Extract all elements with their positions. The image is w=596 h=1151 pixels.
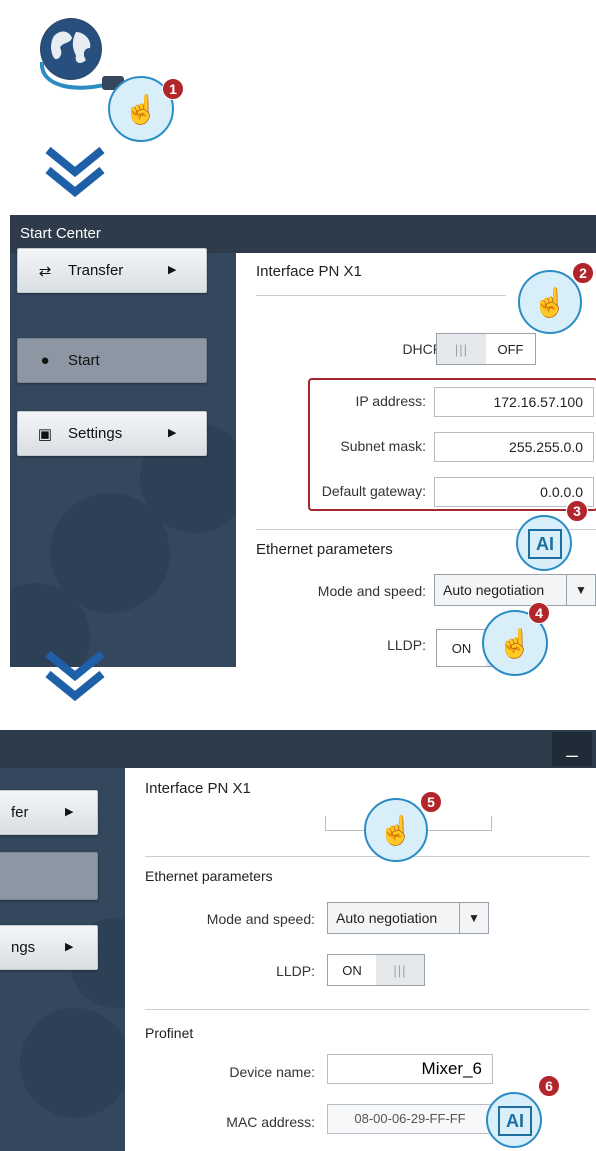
step-badge-5: 5 xyxy=(420,791,442,813)
lldp-label: LLDP: xyxy=(276,963,315,979)
dhcp-toggle[interactable]: ||| OFF xyxy=(436,333,536,365)
nav-settings-button[interactable]: ngs ▶ xyxy=(0,925,98,970)
section-title-ethernet: Ethernet parameters xyxy=(256,541,393,558)
device-name-label: Device name: xyxy=(229,1064,315,1080)
dropdown-arrow-icon[interactable]: ▼ xyxy=(566,575,595,605)
toggle-state: ON xyxy=(451,640,472,656)
titlebar: _ xyxy=(0,730,596,768)
toggle-state: OFF xyxy=(497,341,524,357)
nav-label: Settings xyxy=(68,425,123,442)
nav-label: fer xyxy=(11,804,29,821)
step-badge-4: 4 xyxy=(528,602,550,624)
ip-address-label: IP address: xyxy=(355,393,426,409)
subnet-mask-label: Subnet mask: xyxy=(340,438,426,454)
play-icon: ● xyxy=(40,352,50,369)
mode-speed-label: Mode and speed: xyxy=(206,911,315,927)
nav-label: Transfer xyxy=(68,262,124,279)
arrow-right-icon: ▶ xyxy=(65,806,74,818)
mode-speed-select[interactable]: Auto negotiation ▼ xyxy=(327,902,489,934)
divider xyxy=(145,856,590,857)
tap-hand-icon: ☝ xyxy=(518,270,582,334)
nav-label: ngs xyxy=(11,939,36,956)
nav-label: Start xyxy=(68,352,100,369)
transfer-icon: ⇄ xyxy=(38,262,52,280)
keyboard-input-icon: AI xyxy=(486,1092,542,1148)
select-value: Auto negotiation xyxy=(336,910,438,926)
minimize-button[interactable]: _ xyxy=(552,732,592,766)
mac-address-label: MAC address: xyxy=(226,1114,315,1130)
toggle-grip: ||| xyxy=(376,955,424,985)
step-badge-1: 1 xyxy=(162,78,184,100)
sidebar xyxy=(10,253,236,667)
ip-address-field[interactable]: 172.16.57.100 xyxy=(434,387,594,417)
section-title-interface: Interface PN X1 xyxy=(256,263,362,280)
arrow-right-icon: ▶ xyxy=(168,264,177,276)
nav-transfer-button[interactable]: fer ▶ xyxy=(0,790,98,835)
dhcp-label: DHCP: xyxy=(402,341,446,357)
settings-icon: ▣ xyxy=(37,425,53,443)
divider xyxy=(256,295,506,296)
tap-hand-icon: ☝ xyxy=(364,798,428,862)
toggle-state: ON xyxy=(342,962,362,978)
lldp-label: LLDP: xyxy=(387,637,426,651)
lldp-toggle[interactable]: ON ||| xyxy=(327,954,425,986)
device-name-field[interactable]: Mixer_6 xyxy=(327,1054,493,1084)
keyboard-input-icon: AI xyxy=(516,515,572,571)
step-badge-3: 3 xyxy=(566,500,588,522)
minimize-icon: _ xyxy=(566,736,578,758)
step-badge-2: 2 xyxy=(572,262,594,284)
mac-address-field: 08-00-06-29-FF-FF xyxy=(327,1104,493,1134)
mode-speed-label: Mode and speed: xyxy=(317,583,426,599)
nav-start-button[interactable]: ● Start xyxy=(17,338,207,383)
window-title: Start Center xyxy=(20,225,101,242)
default-gateway-label: Default gateway: xyxy=(321,483,426,499)
section-title-ethernet: Ethernet parameters xyxy=(145,868,273,884)
chevron-down-icon xyxy=(45,146,105,198)
nav-transfer-button[interactable]: ⇄ Transfer ▶ xyxy=(17,248,207,293)
chevron-down-icon xyxy=(45,650,105,702)
arrow-right-icon: ▶ xyxy=(168,427,177,439)
toggle-grip: ||| xyxy=(437,334,486,364)
section-title-interface: Interface PN X1 xyxy=(145,780,251,797)
subnet-mask-field[interactable]: 255.255.0.0 xyxy=(434,432,594,462)
step-badge-6: 6 xyxy=(538,1075,560,1097)
dropdown-arrow-icon[interactable]: ▼ xyxy=(459,903,488,933)
section-title-profinet: Profinet xyxy=(145,1025,194,1041)
mode-speed-select[interactable]: Auto negotiation ▼ xyxy=(434,574,596,606)
nav-start-button[interactable] xyxy=(0,852,98,900)
divider xyxy=(145,1009,590,1010)
select-value: Auto negotiation xyxy=(443,582,545,598)
arrow-right-icon: ▶ xyxy=(65,941,74,953)
nav-settings-button[interactable]: ▣ Settings ▶ xyxy=(17,411,207,456)
